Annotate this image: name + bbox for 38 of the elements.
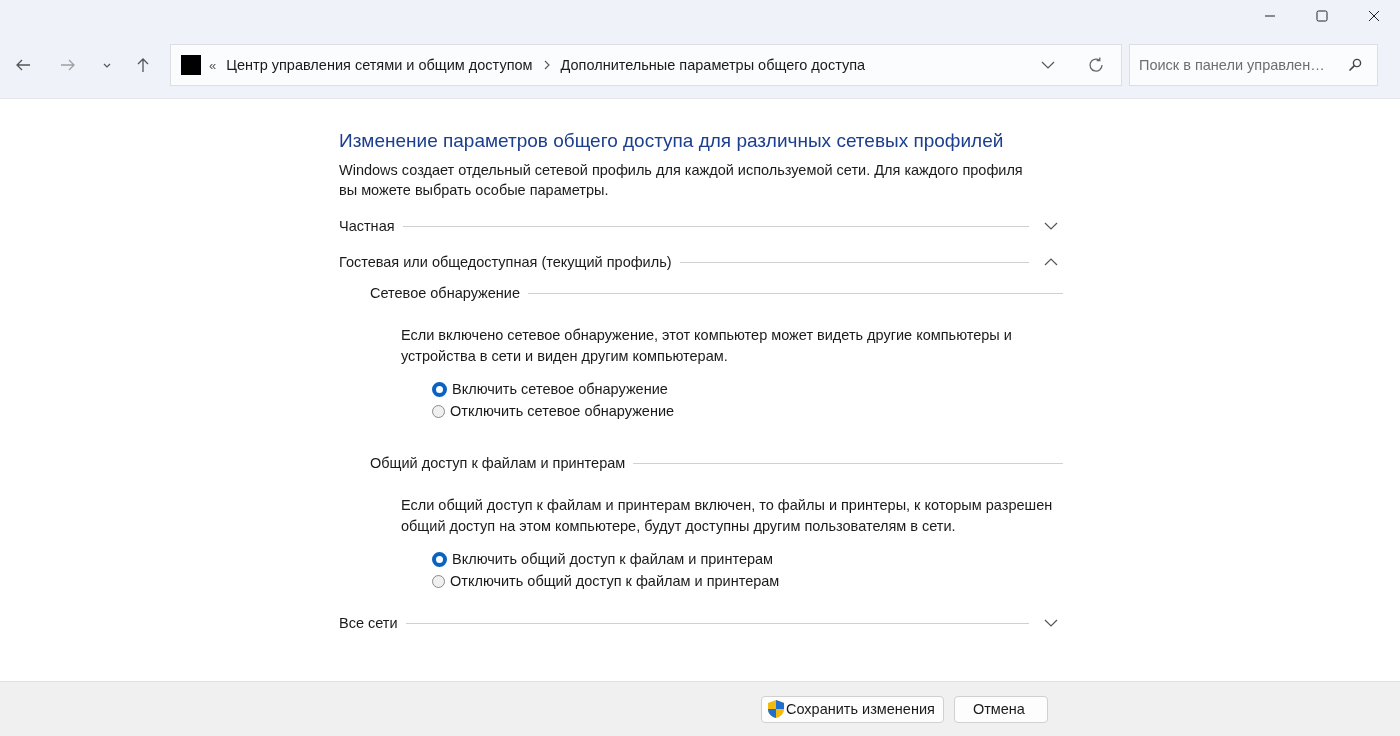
radio-option[interactable]: Отключить общий доступ к файлам и принтерам [432,571,780,591]
page-heading: Изменение параметров общего доступа для различных сетевых профилей [339,129,1005,153]
breadcrumb-item[interactable]: Центр управления сетями и общим доступом [226,57,533,73]
profile-header[interactable]: Частная [339,218,395,234]
chevron-down-icon [1044,619,1058,627]
dropdown-chevron-icon[interactable] [1041,61,1055,69]
section-description: Если общий доступ к файлам и принтерам включен, то файлы и принтеры, к которым разрешен общий доступ на этом компьютере, будут доступны другим пользователям в сети. [401,496,1054,536]
overflow-chevron[interactable]: « [209,57,217,73]
right-arrow-icon [60,58,77,72]
caret-icon [103,62,112,68]
chevron-down-icon [1044,222,1058,230]
refresh-icon[interactable] [1087,56,1105,74]
breadcrumb-item[interactable]: Дополнительные параметры общего доступа [560,57,866,73]
radio-button[interactable] [432,381,447,397]
search-field[interactable]: Поиск в панели управлен… [1129,44,1378,86]
left-arrow-icon [15,58,32,72]
radio-button[interactable] [432,551,447,567]
chevron-up-icon [1044,258,1058,266]
maximize-icon [1316,10,1328,22]
shield-icon [766,699,786,719]
up-arrow-icon [135,57,150,73]
section-description: Если включено сетевое обнаружение, этот компьютер может видеть другие компьютеры и устройства в сети и виден другим компьютерам. [401,326,1013,366]
address-bar[interactable]: « Центр управления сетями и общим доступом Дополнительные параметры общего доступа [170,44,1122,86]
section-title: Сетевое обнаружение [370,285,520,301]
radio-button[interactable] [432,574,445,588]
cancel-button[interactable]: Отмена [953,695,1048,723]
radio-button[interactable] [432,404,445,418]
radio-option[interactable]: Отключить сетевое обнаружение [432,401,675,421]
search-icon [1348,58,1362,72]
save-changes-button[interactable]: Сохранить изменения [761,695,944,723]
radio-option[interactable]: Включить общий доступ к файлам и принтерам [432,549,774,569]
intro-text: Windows создает отдельный сетевой профиль для каждой используемой сети. Для каждого профиля вы можете выбрать особые параметры. [339,161,1024,200]
section-title: Общий доступ к файлам и принтерам [370,455,626,471]
radio-option[interactable]: Включить сетевое обнаружение [432,379,668,399]
chevron-right-icon [543,60,550,70]
profile-header[interactable]: Все сети [339,615,398,631]
close-icon [1368,10,1380,22]
profile-header[interactable]: Гостевая или общедоступная (текущий профиль) [339,254,672,270]
